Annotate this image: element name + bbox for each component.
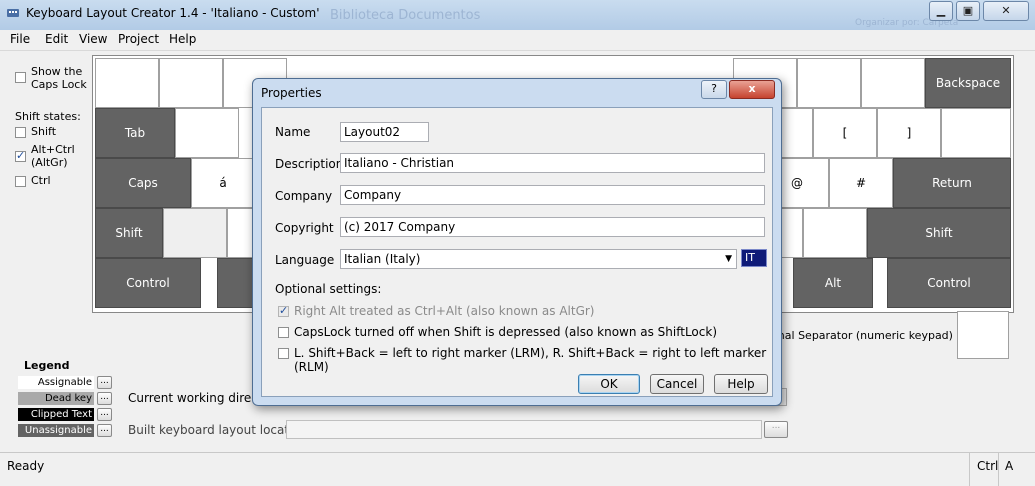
legend-assignable: Assignable xyxy=(18,376,94,389)
status-divider xyxy=(969,453,970,486)
built-location-browse-button[interactable]: ... xyxy=(764,421,788,438)
key-hash[interactable]: # xyxy=(829,158,893,208)
background-window-title: Biblioteca Documentos xyxy=(330,8,481,23)
menu-project[interactable]: Project xyxy=(118,32,159,46)
legend-clipped-text: Clipped Text xyxy=(18,408,94,421)
key-control-right[interactable]: Control xyxy=(887,258,1011,308)
language-value: Italian (Italy) xyxy=(344,252,421,266)
key[interactable] xyxy=(941,108,1011,158)
ok-button[interactable]: OK xyxy=(578,374,640,394)
minimize-button[interactable]: ▁ xyxy=(929,1,953,21)
app-icon xyxy=(6,6,20,20)
dialog-close-button[interactable]: x xyxy=(729,80,775,99)
ctrl-checkbox[interactable] xyxy=(15,176,26,187)
key[interactable] xyxy=(163,208,227,258)
altgr-option-label: Right Alt treated as Ctrl+Alt (also know… xyxy=(294,304,595,318)
title-bar: Keyboard Layout Creator 1.4 - 'Italiano … xyxy=(0,0,1035,31)
show-caps-lock-checkbox[interactable] xyxy=(15,72,26,83)
name-label: Name xyxy=(275,125,311,139)
menu-help[interactable]: Help xyxy=(169,32,196,46)
company-field[interactable]: Company xyxy=(340,185,765,205)
properties-dialog: Properties ? x Name Layout02 Description… xyxy=(252,78,782,406)
copyright-field[interactable]: (c) 2017 Company xyxy=(340,217,765,237)
key[interactable] xyxy=(95,58,159,108)
status-a: A xyxy=(1005,459,1014,473)
key-caps[interactable]: Caps xyxy=(95,158,191,208)
name-field[interactable]: Layout02 xyxy=(340,122,429,142)
show-caps-lock-label: Show the Caps Lock xyxy=(31,65,87,91)
shiftlock-option-label: CapsLock turned off when Shift is depres… xyxy=(294,325,718,339)
legend-title: Legend xyxy=(24,359,70,372)
key-backspace[interactable]: Backspace xyxy=(925,58,1011,108)
lrm-option-label: L. Shift+Back = left to right marker (LR… xyxy=(294,346,767,374)
language-select[interactable]: Italian (Italy) ▼ xyxy=(340,249,737,269)
status-bar: Ready Ctrl A xyxy=(0,452,1035,486)
key[interactable] xyxy=(803,208,867,258)
legend-unassignable-button[interactable]: ... xyxy=(97,424,112,437)
dialog-help-button[interactable]: ? xyxy=(701,80,727,99)
legend-dead-key: Dead key xyxy=(18,392,94,405)
shift-label: Shift xyxy=(31,125,57,138)
key[interactable] xyxy=(861,58,925,108)
description-field[interactable]: Italiano - Christian xyxy=(340,153,765,173)
lrm-option-checkbox[interactable] xyxy=(278,348,289,359)
key-control-left[interactable]: Control xyxy=(95,258,201,308)
maximize-button[interactable]: ▣ xyxy=(956,1,980,21)
language-code-badge: IT xyxy=(741,249,767,267)
menu-edit[interactable]: Edit xyxy=(45,32,68,46)
key[interactable] xyxy=(797,58,861,108)
dialog-title: Properties xyxy=(261,86,322,100)
menu-bar: File Edit View Project Help xyxy=(0,30,1035,51)
copyright-label: Copyright xyxy=(275,221,334,235)
shiftlock-option-checkbox[interactable] xyxy=(278,327,289,338)
legend-unassignable: Unassignable xyxy=(18,424,94,437)
key-bracket-close[interactable]: ] xyxy=(877,108,941,158)
key-alt-right[interactable]: Alt xyxy=(793,258,873,308)
menu-view[interactable]: View xyxy=(79,32,107,46)
legend-assignable-button[interactable]: ... xyxy=(97,376,112,389)
key-shift-left[interactable]: Shift xyxy=(95,208,163,258)
cancel-button[interactable]: Cancel xyxy=(650,374,704,394)
description-label: Description xyxy=(275,157,344,171)
key-shift-right[interactable]: Shift xyxy=(867,208,1011,258)
close-icon: x xyxy=(748,82,756,95)
window-title: Keyboard Layout Creator 1.4 - 'Italiano … xyxy=(26,6,320,20)
altgr-option-checkbox[interactable] xyxy=(278,304,289,317)
key[interactable] xyxy=(175,108,239,158)
close-button[interactable]: ✕ xyxy=(983,1,1029,21)
shift-states-label: Shift states: xyxy=(15,110,81,123)
altgr-checkbox[interactable] xyxy=(15,149,26,162)
help-button[interactable]: Help xyxy=(714,374,768,394)
shift-checkbox[interactable] xyxy=(15,127,26,138)
legend-clipped-text-button[interactable]: ... xyxy=(97,408,112,421)
status-divider xyxy=(998,453,999,486)
company-label: Company xyxy=(275,189,333,203)
key-decimal-separator[interactable] xyxy=(957,311,1009,359)
built-location-label: Built keyboard layout location xyxy=(128,423,308,437)
status-ctrl: Ctrl xyxy=(977,459,999,473)
help-icon: ? xyxy=(711,82,717,95)
key-a-acute[interactable]: á xyxy=(191,158,255,208)
dialog-body: Name Layout02 Description Italiano - Chr… xyxy=(261,107,773,397)
status-text: Ready xyxy=(7,459,45,473)
ctrl-label: Ctrl xyxy=(31,174,51,187)
decimal-separator-label: imal Separator (numeric keypad) xyxy=(771,329,953,342)
built-location-field[interactable] xyxy=(286,420,762,439)
language-label: Language xyxy=(275,253,335,267)
key-bracket-open[interactable]: [ xyxy=(813,108,877,158)
chevron-down-icon: ▼ xyxy=(725,254,732,264)
optional-settings-label: Optional settings: xyxy=(275,282,382,296)
key-return[interactable]: Return xyxy=(893,158,1011,208)
legend-dead-key-button[interactable]: ... xyxy=(97,392,112,405)
key-tab[interactable]: Tab xyxy=(95,108,175,158)
altgr-label: Alt+Ctrl (AltGr) xyxy=(31,143,75,169)
menu-file[interactable]: File xyxy=(10,32,30,46)
key[interactable] xyxy=(159,58,223,108)
